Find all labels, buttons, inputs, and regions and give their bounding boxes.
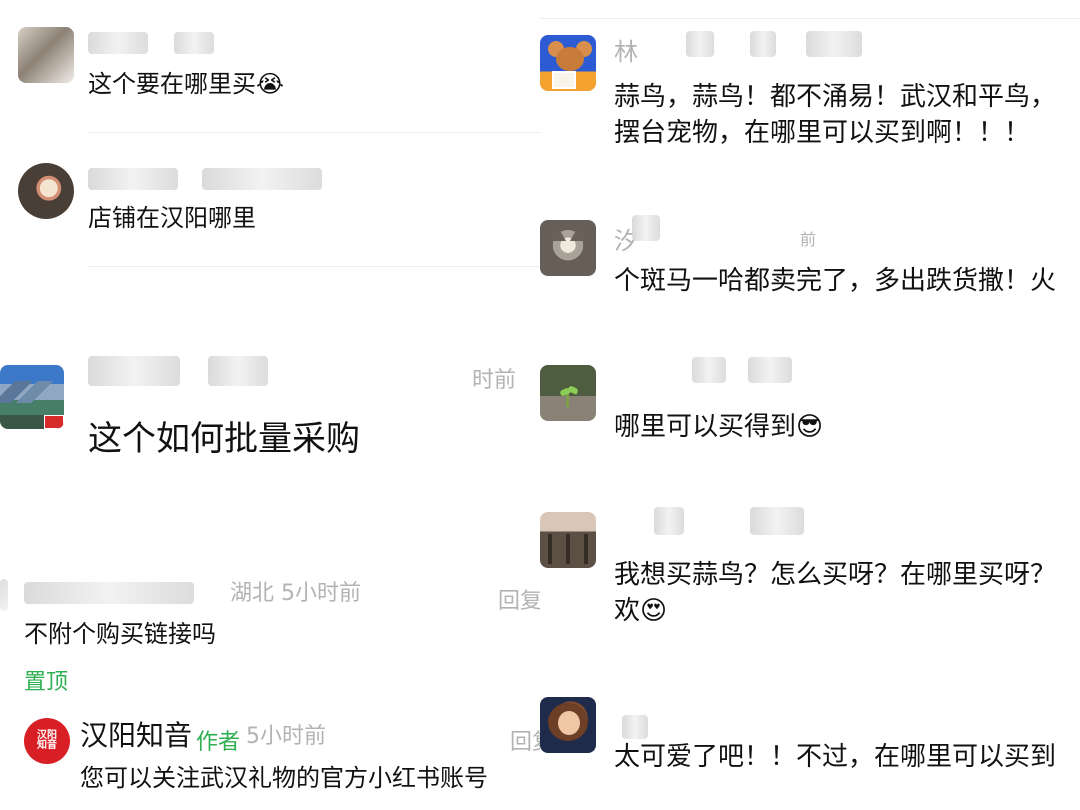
comment-text: 个斑马一哈都卖完了，多出跌货撒！火 <box>614 266 1057 296</box>
blurred-username <box>622 715 648 739</box>
railing-post-shape <box>584 534 588 564</box>
comment-time: 前 <box>800 230 817 249</box>
flag-icon <box>44 415 64 429</box>
user-avatar <box>540 512 596 568</box>
cup-shape <box>552 71 576 89</box>
blurred-username <box>88 356 180 386</box>
railing-post-shape <box>548 534 552 564</box>
blurred-username <box>24 582 194 604</box>
comment-text-line: 我想买蒜鸟？怎么买呀？在哪里买呀？ <box>614 560 1057 590</box>
railing-post-shape <box>566 534 570 564</box>
right-comment-column: 林 蒜鸟，蒜鸟！都不涌易！武汉和平鸟， 摆台宠物，在哪里可以买到啊！！！ 汐 前… <box>540 0 1080 810</box>
divider <box>88 132 540 133</box>
blurred-username <box>654 507 684 535</box>
reply-button[interactable]: 回复 <box>510 724 540 756</box>
comment-text-line: 摆台宠物，在哪里可以买到啊！！！ <box>614 118 1031 148</box>
landscape-shape <box>0 381 64 403</box>
user-avatar <box>0 365 64 429</box>
cat-ear-shape <box>570 227 586 241</box>
blurred-username <box>686 31 714 57</box>
divider <box>88 266 540 267</box>
comment-text: 店铺在汉阳哪里 <box>88 204 256 232</box>
cat-ear-shape <box>550 227 566 241</box>
mouse-head-shape <box>556 47 584 71</box>
comment-text: 这个要在哪里买😭 <box>88 70 285 98</box>
blurred-meta <box>208 356 268 386</box>
blurred-meta <box>174 32 214 54</box>
comment-text: 太可爱了吧！！不过，在哪里可以买到 <box>614 742 1057 772</box>
blurred-meta <box>750 507 804 535</box>
user-avatar <box>540 220 596 276</box>
user-avatar <box>0 579 8 611</box>
user-avatar <box>540 697 596 753</box>
comment-text-line: 欢😍 <box>614 596 668 626</box>
username-initial: 林 <box>614 38 638 66</box>
comment-text: 您可以关注武汉礼物的官方小红书账号 <box>80 764 488 792</box>
user-avatar <box>540 365 596 421</box>
comment-time: 5小时前 <box>246 724 326 749</box>
divider <box>540 18 1080 19</box>
user-avatar <box>18 27 74 83</box>
blurred-meta <box>750 31 776 57</box>
user-avatar <box>540 35 596 91</box>
face-shape <box>558 711 580 735</box>
comment-text: 哪里可以买得到😎 <box>614 412 824 442</box>
comment-text-line: 蒜鸟，蒜鸟！都不涌易！武汉和平鸟， <box>614 82 1057 112</box>
comment-text: 不附个购买链接吗 <box>24 620 216 648</box>
blurred-username <box>632 215 660 241</box>
comment-time: 时前 <box>472 368 517 393</box>
author-name: 汉阳知音 <box>80 719 193 752</box>
blurred-meta <box>748 357 792 383</box>
blurred-meta <box>202 168 322 190</box>
blurred-username <box>88 32 148 54</box>
pin-label: 置顶 <box>24 670 69 695</box>
comment-time: 湖北 5小时前 <box>230 581 361 606</box>
author-badge: 作者 <box>196 730 241 755</box>
comment-text: 这个如何批量采购 <box>88 419 360 459</box>
blurred-username <box>692 357 726 383</box>
comment-screenshot: 这个要在哪里买😭 店铺在汉阳哪里 时前 这个如何批量采购 湖北 5小时前 回复 … <box>0 0 1080 810</box>
left-comment-column: 这个要在哪里买😭 店铺在汉阳哪里 时前 这个如何批量采购 湖北 5小时前 回复 … <box>0 0 540 810</box>
author-avatar: 汉阳 知音 <box>24 718 70 764</box>
reply-button[interactable]: 回复 <box>498 583 540 615</box>
user-avatar <box>18 163 74 219</box>
blurred-username <box>88 168 178 190</box>
blurred-meta <box>806 31 862 57</box>
